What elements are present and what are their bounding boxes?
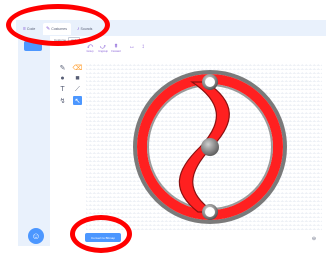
eraser-icon: ⌫ [72, 64, 83, 72]
fill-tool[interactable]: ● [58, 74, 67, 83]
zoom-out-icon: ⊖ [311, 236, 317, 242]
highlight-circle-convert [70, 215, 132, 253]
flip-vertical-icon: ↕ [141, 44, 145, 50]
select-icon: ↖ [74, 97, 81, 105]
add-costume-button[interactable]: ☺ [28, 228, 44, 244]
reshape-icon: ↯ [59, 97, 66, 105]
top-pin-hole [205, 77, 215, 87]
group-button[interactable]: ⤺ Group [84, 44, 96, 56]
forward-label: Forward [111, 50, 121, 53]
text-icon: T [60, 86, 65, 93]
costume-drawing [133, 70, 287, 224]
brush-tool[interactable]: ✎ [58, 63, 67, 72]
text-tool[interactable]: T [58, 85, 67, 94]
flip-vertical-button[interactable]: ↕ [137, 44, 149, 56]
costume-list [18, 36, 50, 246]
line-icon: ⟋ [75, 85, 80, 93]
paint-canvas[interactable] [86, 62, 322, 232]
select-tool[interactable]: ↖ [73, 96, 82, 105]
line-tool[interactable]: ⟋ [73, 85, 82, 94]
ungroup-label: Ungroup [98, 50, 108, 53]
fill-icon: ● [60, 75, 65, 82]
reshape-tool[interactable]: ↯ [58, 96, 67, 105]
group-label: Group [86, 50, 94, 53]
brush-tool-icon: ✎ [59, 64, 66, 72]
zoom-out-button[interactable]: ⊖ [310, 235, 318, 243]
ungroup-button[interactable]: ⤻ Ungroup [97, 44, 109, 56]
cat-icon: ☺ [31, 231, 41, 241]
bottom-pin-hole [205, 207, 215, 217]
center-hub [201, 138, 219, 156]
highlight-circle-tabs [6, 4, 110, 46]
rectangle-icon: ■ [75, 75, 80, 82]
flip-horizontal-icon: ↔ [129, 44, 135, 50]
rectangle-tool[interactable]: ■ [73, 74, 82, 83]
forward-button[interactable]: ⇞ Forward [110, 44, 122, 56]
eraser-tool[interactable]: ⌫ [72, 63, 83, 72]
